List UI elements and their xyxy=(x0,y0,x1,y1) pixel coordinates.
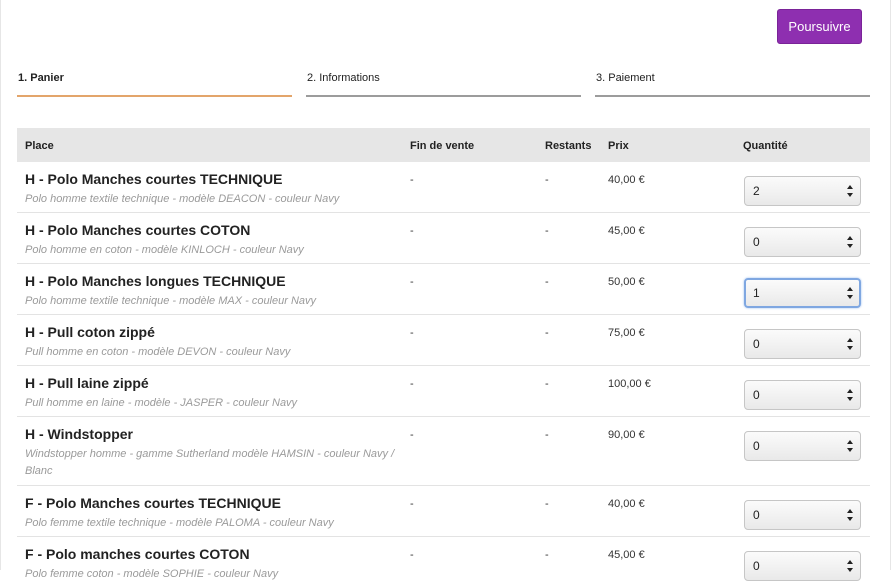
product-name: H - Windstopper xyxy=(25,426,133,442)
quantity-select-value: 0 xyxy=(753,235,760,249)
end-of-sale-value: - xyxy=(410,378,414,390)
remaining-value: - xyxy=(545,378,549,390)
product-description: Windstopper homme - gamme Sutherland mod… xyxy=(25,448,395,477)
price-value: 75,00 € xyxy=(608,327,645,339)
step-cart[interactable]: 1. Panier xyxy=(17,70,292,97)
price-value: 100,00 € xyxy=(608,378,651,390)
end-of-sale-value: - xyxy=(410,498,414,510)
quantity-select-value: 0 xyxy=(753,559,760,573)
table-row: H - Pull laine zippé Pull homme en laine… xyxy=(17,366,870,417)
product-description: Polo femme textile technique - modèle PA… xyxy=(25,517,334,529)
table-header: Place Fin de vente Restants Prix Quantit… xyxy=(17,128,870,162)
product-name: F - Polo Manches courtes TECHNIQUE xyxy=(25,495,281,511)
continue-button[interactable]: Poursuivre xyxy=(777,9,862,44)
column-header-price: Prix xyxy=(608,140,629,152)
end-of-sale-value: - xyxy=(410,327,414,339)
quantity-select[interactable]: 0 xyxy=(744,227,861,257)
remaining-value: - xyxy=(545,549,549,561)
table-row: H - Pull coton zippé Pull homme en coton… xyxy=(17,315,870,366)
price-value: 45,00 € xyxy=(608,225,645,237)
select-arrows-icon xyxy=(847,287,854,299)
product-description: Pull homme en laine - modèle - JASPER - … xyxy=(25,397,298,409)
quantity-select[interactable]: 1 xyxy=(744,278,861,308)
table-row: F - Polo manches courtes COTON Polo femm… xyxy=(17,537,870,587)
select-arrows-icon xyxy=(847,389,854,401)
end-of-sale-value: - xyxy=(410,549,414,561)
select-arrows-icon xyxy=(847,185,854,197)
product-name: H - Polo Manches courtes TECHNIQUE xyxy=(25,171,283,187)
product-name: H - Polo Manches courtes COTON xyxy=(25,222,251,238)
quantity-select-value: 0 xyxy=(753,508,760,522)
step-payment-label: 3. Paiement xyxy=(596,72,655,84)
product-name: H - Pull laine zippé xyxy=(25,375,149,391)
remaining-value: - xyxy=(545,174,549,186)
step-payment[interactable]: 3. Paiement xyxy=(595,70,870,97)
price-value: 45,00 € xyxy=(608,549,645,561)
product-description: Polo homme en coton - modèle KINLOCH - c… xyxy=(25,244,304,256)
end-of-sale-value: - xyxy=(410,174,414,186)
select-arrows-icon xyxy=(847,440,854,452)
remaining-value: - xyxy=(545,429,549,441)
price-value: 40,00 € xyxy=(608,498,645,510)
product-name: H - Pull coton zippé xyxy=(25,324,155,340)
quantity-select-value: 0 xyxy=(753,388,760,402)
select-arrows-icon xyxy=(847,338,854,350)
table-row: H - Polo Manches courtes TECHNIQUE Polo … xyxy=(17,162,870,213)
quantity-select-value: 0 xyxy=(753,439,760,453)
quantity-select[interactable]: 0 xyxy=(744,329,861,359)
select-arrows-icon xyxy=(847,509,854,521)
product-name: F - Polo manches courtes COTON xyxy=(25,546,250,562)
page-border-left xyxy=(0,0,1,570)
tickets-table: Place Fin de vente Restants Prix Quantit… xyxy=(17,128,870,587)
quantity-select[interactable]: 0 xyxy=(744,551,861,581)
select-arrows-icon xyxy=(847,236,854,248)
step-information-bar xyxy=(306,95,581,97)
step-information[interactable]: 2. Informations xyxy=(306,70,581,97)
quantity-select-value: 0 xyxy=(753,337,760,351)
remaining-value: - xyxy=(545,498,549,510)
product-description: Polo homme textile technique - modèle MA… xyxy=(25,295,317,307)
table-row: F - Polo Manches courtes TECHNIQUE Polo … xyxy=(17,486,870,537)
quantity-select[interactable]: 2 xyxy=(744,176,861,206)
product-description: Polo femme coton - modèle SOPHIE - coule… xyxy=(25,568,279,580)
column-header-end-of-sale: Fin de vente xyxy=(410,140,475,152)
quantity-select[interactable]: 0 xyxy=(744,500,861,530)
remaining-value: - xyxy=(545,327,549,339)
table-row: H - Polo Manches longues TECHNIQUE Polo … xyxy=(17,264,870,315)
column-header-place: Place xyxy=(25,140,54,152)
remaining-value: - xyxy=(545,225,549,237)
step-cart-label: 1. Panier xyxy=(18,72,64,84)
quantity-select-value: 1 xyxy=(753,286,760,300)
price-value: 40,00 € xyxy=(608,174,645,186)
product-name: H - Polo Manches longues TECHNIQUE xyxy=(25,273,286,289)
price-value: 90,00 € xyxy=(608,429,645,441)
column-header-remaining: Restants xyxy=(545,140,592,152)
quantity-select[interactable]: 0 xyxy=(744,431,861,461)
column-header-quantity: Quantité xyxy=(743,140,788,152)
product-description: Pull homme en coton - modèle DEVON - cou… xyxy=(25,346,291,358)
quantity-select[interactable]: 0 xyxy=(744,380,861,410)
step-information-label: 2. Informations xyxy=(307,72,380,84)
end-of-sale-value: - xyxy=(410,225,414,237)
step-cart-bar xyxy=(17,95,292,97)
price-value: 50,00 € xyxy=(608,276,645,288)
end-of-sale-value: - xyxy=(410,276,414,288)
table-row: H - Windstopper Windstopper homme - gamm… xyxy=(17,417,870,486)
end-of-sale-value: - xyxy=(410,429,414,441)
step-payment-bar xyxy=(595,95,870,97)
remaining-value: - xyxy=(545,276,549,288)
quantity-select-value: 2 xyxy=(753,184,760,198)
select-arrows-icon xyxy=(847,560,854,572)
product-description: Polo homme textile technique - modèle DE… xyxy=(25,193,340,205)
table-row: H - Polo Manches courtes COTON Polo homm… xyxy=(17,213,870,264)
checkout-steps: 1. Panier 2. Informations 3. Paiement xyxy=(17,70,870,98)
